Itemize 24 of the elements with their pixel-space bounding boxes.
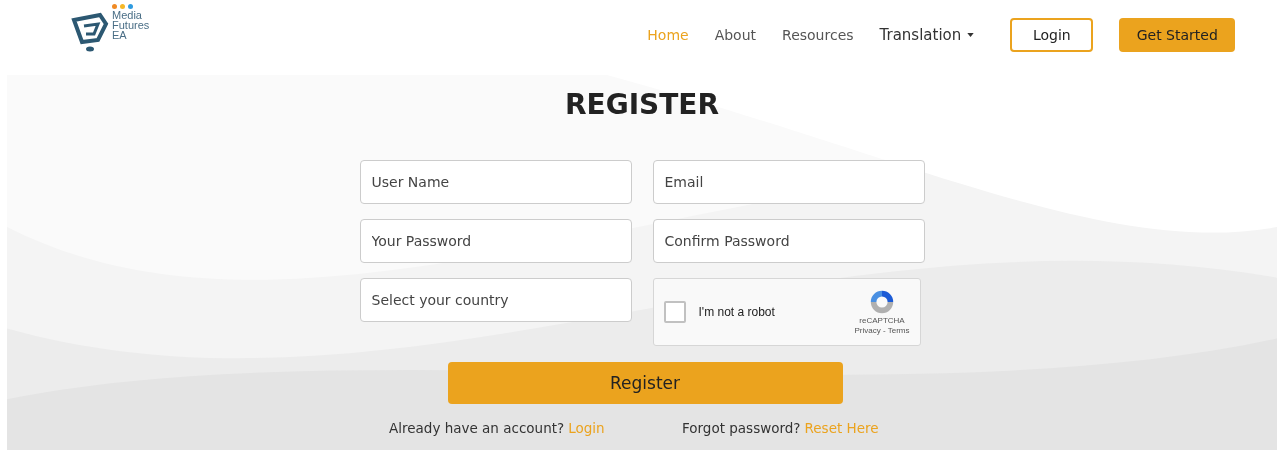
recaptcha-logo-icon	[868, 288, 896, 316]
footer-text: Forgot password?	[682, 420, 801, 436]
login-button[interactable]: Login	[1010, 18, 1094, 52]
logo-text: EA	[112, 30, 128, 40]
logo-text: Futures	[112, 20, 150, 30]
nav-link[interactable]: About	[714, 27, 757, 43]
page-title: REGISTER	[563, 88, 720, 123]
footer-text: Already have an account?	[389, 420, 565, 436]
captcha-checkbox[interactable]	[663, 301, 686, 323]
input-field[interactable]: User Name	[359, 160, 632, 204]
caret-icon	[967, 33, 975, 37]
captcha-label: I'm not a robot	[698, 305, 776, 319]
register-button[interactable]: Register	[447, 362, 843, 404]
privacy-terms-text: Privacy - Terms	[854, 326, 910, 336]
nav-link[interactable]: Resources	[782, 27, 854, 43]
nav-dropdown[interactable]: Translation	[879, 26, 975, 44]
recaptcha-brand: reCAPTCHA	[859, 316, 905, 326]
get-started-button[interactable]: Get Started	[1119, 18, 1236, 52]
input-field[interactable]: Select your country	[359, 278, 632, 322]
input-field[interactable]: Email	[652, 160, 925, 204]
logo-text: Media	[112, 10, 143, 20]
input-field[interactable]: Confirm Password	[652, 219, 925, 263]
input-field[interactable]: Your Password	[359, 219, 632, 263]
logo-icon	[70, 12, 110, 52]
